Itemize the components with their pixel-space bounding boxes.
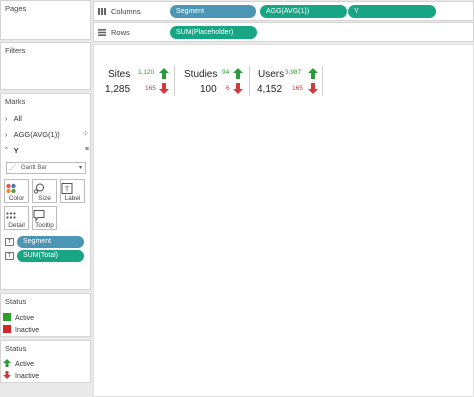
expand-chevron-icon: › bbox=[5, 114, 8, 123]
status-color-legend[interactable]: Status Active Inactive bbox=[0, 293, 91, 337]
legend-title: Status bbox=[5, 297, 27, 306]
legend-title: Status bbox=[5, 344, 27, 353]
kpi-divider bbox=[174, 66, 175, 96]
marks-card[interactable]: Marks › All › AGG(AVG(1)) ⁘ ˆ Y ≡ ⋰ Gant… bbox=[0, 93, 91, 290]
legend-item-label: Active bbox=[15, 361, 35, 368]
kpi-down-value: 6 bbox=[226, 85, 230, 92]
segment-pill[interactable]: Segment bbox=[17, 236, 84, 248]
gantt-bar-icon: ⋰ bbox=[10, 165, 16, 171]
color-button-label: Color bbox=[8, 195, 25, 202]
segment-pill[interactable]: Segment bbox=[170, 5, 256, 18]
mark-type-dropdown[interactable]: ⋰ Gantt Bar ▾ bbox=[6, 162, 86, 174]
arrow-down-icon bbox=[233, 83, 243, 94]
marks-row-label: Y bbox=[13, 146, 19, 155]
status-shape-legend[interactable]: Status Active Inactive bbox=[0, 340, 91, 383]
pages-title: Pages bbox=[5, 4, 27, 13]
kpi-up-value: 94 bbox=[222, 69, 230, 76]
size-icon bbox=[33, 183, 44, 194]
rows-label: Rows bbox=[111, 28, 130, 37]
tooltip-button-label: Tooltip bbox=[35, 222, 54, 229]
rows-shelf[interactable]: Rows SUM(Placeholder) bbox=[93, 22, 474, 42]
marks-title: Marks bbox=[5, 97, 26, 106]
y-pill[interactable]: Y bbox=[348, 5, 436, 18]
agg-avg-pill[interactable]: AGG(AVG(1)) bbox=[260, 5, 347, 18]
detail-icon bbox=[6, 212, 16, 219]
filters-card[interactable]: Filters bbox=[0, 42, 91, 90]
tooltip-icon bbox=[33, 210, 45, 222]
svg-text:T: T bbox=[65, 187, 70, 194]
arrow-up-icon bbox=[3, 359, 11, 367]
legend-item-label: Inactive bbox=[15, 327, 40, 334]
legend-item-label: Active bbox=[15, 315, 35, 322]
pages-card[interactable]: Pages bbox=[0, 0, 91, 40]
arrow-up-icon bbox=[233, 68, 243, 79]
view-canvas[interactable] bbox=[93, 44, 474, 397]
marks-field-sum-total[interactable]: T SUM(Total) bbox=[5, 250, 85, 262]
kpi-label: Sites bbox=[108, 69, 131, 80]
collapse-chevron-icon: ˆ bbox=[5, 146, 8, 155]
kpi-divider bbox=[322, 66, 323, 96]
sum-placeholder-pill[interactable]: SUM(Placeholder) bbox=[170, 26, 257, 39]
label-icon: T bbox=[61, 183, 73, 194]
expand-chevron-icon: › bbox=[5, 130, 8, 139]
gantt-icon: ≡ bbox=[84, 146, 89, 153]
label-button-label: Label bbox=[64, 195, 81, 202]
marks-row-agg[interactable]: › AGG(AVG(1)) ⁘ bbox=[5, 129, 89, 139]
color-button[interactable]: Color bbox=[4, 179, 29, 203]
detail-button[interactable]: Detail bbox=[4, 206, 29, 230]
mark-type-icon: ⁘ bbox=[82, 129, 89, 138]
kpi-up-value: 1,120 bbox=[138, 69, 155, 76]
kpi-label: Users bbox=[258, 69, 285, 80]
kpi-value: 4,152 bbox=[257, 84, 283, 95]
arrow-up-icon bbox=[159, 68, 169, 79]
size-button-label: Size bbox=[38, 195, 51, 202]
kpi-value: 100 bbox=[200, 84, 217, 95]
arrow-down-icon bbox=[159, 83, 169, 94]
rows-icon bbox=[98, 29, 106, 36]
kpi-down-value: 165 bbox=[292, 85, 303, 92]
kpi-value: 1,285 bbox=[105, 84, 131, 95]
legend-item-active[interactable]: Active bbox=[3, 313, 34, 322]
legend-item-active[interactable]: Active bbox=[3, 359, 34, 368]
sum-total-pill[interactable]: SUM(Total) bbox=[17, 250, 84, 262]
kpi-divider bbox=[249, 66, 250, 96]
label-encoding-icon: T bbox=[5, 252, 14, 260]
marks-row-label: AGG(AVG(1)) bbox=[13, 130, 60, 139]
detail-button-label: Detail bbox=[8, 222, 25, 229]
chevron-down-icon: ▾ bbox=[78, 165, 82, 171]
columns-label: Columns bbox=[111, 7, 141, 16]
columns-icon bbox=[98, 8, 106, 15]
legend-item-label: Inactive bbox=[15, 373, 40, 380]
arrow-down-icon bbox=[308, 83, 318, 94]
arrow-down-icon bbox=[3, 371, 11, 379]
kpi-label: Studies bbox=[184, 69, 218, 80]
label-button[interactable]: T Label bbox=[60, 179, 85, 203]
label-encoding-icon: T bbox=[5, 238, 14, 246]
mark-type-value: Gantt Bar bbox=[21, 165, 47, 171]
kpi-down-value: 165 bbox=[145, 85, 156, 92]
active-swatch bbox=[3, 313, 11, 321]
arrow-up-icon bbox=[308, 68, 318, 79]
marks-row-all[interactable]: › All bbox=[5, 114, 22, 123]
tooltip-button[interactable]: Tooltip bbox=[32, 206, 57, 230]
marks-field-segment[interactable]: T Segment bbox=[5, 236, 85, 248]
inactive-swatch bbox=[3, 325, 11, 333]
marks-row-y[interactable]: ˆ Y ≡ bbox=[5, 146, 89, 155]
filters-title: Filters bbox=[5, 46, 26, 55]
columns-shelf[interactable]: Columns Segment AGG(AVG(1)) Y bbox=[93, 1, 474, 21]
size-button[interactable]: Size bbox=[32, 179, 57, 203]
legend-item-inactive[interactable]: Inactive bbox=[3, 371, 39, 380]
legend-item-inactive[interactable]: Inactive bbox=[3, 325, 39, 334]
color-icon bbox=[6, 183, 16, 194]
marks-row-label: All bbox=[13, 114, 22, 123]
kpi-up-value: 3,987 bbox=[285, 69, 302, 76]
